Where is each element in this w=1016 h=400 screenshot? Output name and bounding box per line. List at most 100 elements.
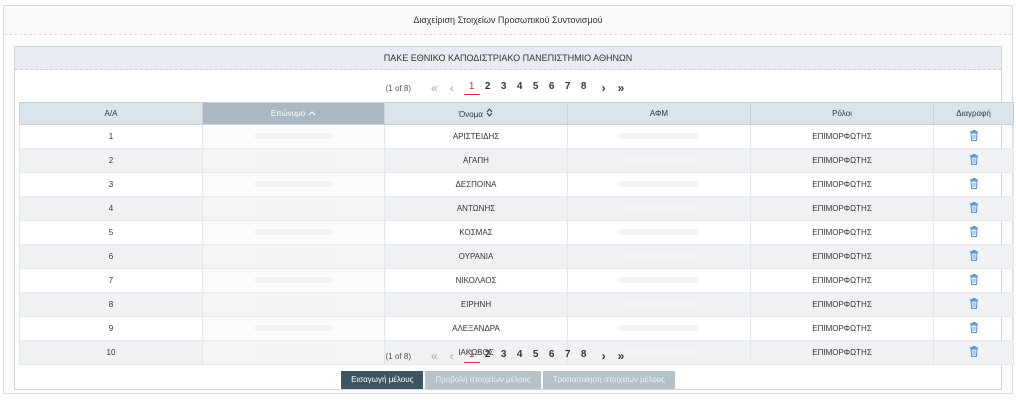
page-link-4[interactable]: 4 [512,349,528,363]
page-link-6[interactable]: 6 [544,349,560,363]
cell-aa: 4 [19,196,203,221]
page-link-2[interactable]: 2 [480,81,496,95]
organization-title: ΠΑΚΕ ΕΘΝΙΚΟ ΚΑΠΟΔΙΣΤΡΙΑΚΟ ΠΑΝΕΠΙΣΤΗΜΙΟ Α… [15,47,1001,70]
table-row[interactable]: 5 ΚΟΣΜΑΣ ΕΠΙΜΟΡΦΩΤΗΣ [19,220,1014,245]
pager-bottom: (1 of 8) « ‹ 12345678 › » [15,343,1001,369]
page-link-1[interactable]: 1 [463,81,480,95]
add-member-button[interactable]: Εισαγωγή μέλους [341,371,424,389]
cell-surname [202,316,385,341]
page-link-5[interactable]: 5 [528,81,544,95]
page-link-6[interactable]: 6 [544,81,560,95]
table-row[interactable]: 3 ΔΕΣΠΟΙΝΑ ΕΠΙΜΟΡΦΩΤΗΣ [19,172,1014,197]
cell-afm [567,172,751,197]
cell-surname [202,220,385,245]
cell-aa: 2 [19,148,203,173]
trash-icon[interactable] [969,298,979,311]
members-table: Α/Α Επώνυμο Όνομα ΑΦΜ Ρόλοι Διαγραφή 1 Α… [19,102,1014,365]
next-page-button[interactable]: › [602,81,606,95]
cell-delete [933,196,1014,221]
trash-icon[interactable] [969,178,979,191]
cell-name: ΝΙΚΟΛΑΟΣ [384,268,568,293]
page-link-2[interactable]: 2 [480,349,496,363]
last-page-button[interactable]: » [618,349,625,363]
trash-icon[interactable] [969,250,979,263]
page-link-3[interactable]: 3 [496,349,512,363]
table-row[interactable]: 9 ΑΛΕΞΑΝΔΡΑ ΕΠΙΜΟΡΦΩΤΗΣ [19,316,1014,341]
redacted-value [253,205,334,211]
table-body: 1 ΑΡΙΣΤΕΙΔΗΣ ΕΠΙΜΟΡΦΩΤΗΣ 2 ΑΓΑΠΗ ΕΠΙΜΟΡΦΩΤΗΣ 3… [19,124,1014,365]
cell-role: ΕΠΙΜΟΡΦΩΤΗΣ [750,196,934,221]
page-link-1[interactable]: 1 [463,349,480,363]
view-member-button[interactable]: Προβολή στοιχείων μέλους [425,371,541,389]
table-row[interactable]: 4 ΑΝΤΩΝΗΣ ΕΠΙΜΟΡΦΩΤΗΣ [19,196,1014,221]
cell-afm [567,196,751,221]
prev-page-button[interactable]: ‹ [450,349,454,363]
page-link-3[interactable]: 3 [496,81,512,95]
page-link-5[interactable]: 5 [528,349,544,363]
cell-delete [933,220,1014,245]
table-header-row: Α/Α Επώνυμο Όνομα ΑΦΜ Ρόλοι Διαγραφή [19,102,1014,125]
page-link-7[interactable]: 7 [560,349,576,363]
trash-icon[interactable] [969,130,979,143]
trash-icon[interactable] [969,322,979,335]
cell-name: ΑΓΑΠΗ [384,148,568,173]
last-page-button[interactable]: » [618,81,625,95]
edit-member-button[interactable]: Τροποποίηση στοιχείων μέλους [542,371,675,389]
column-header-aa[interactable]: Α/Α [19,102,203,125]
column-header-name[interactable]: Όνομα [384,102,568,125]
cell-name: ΑΝΤΩΝΗΣ [384,196,568,221]
cell-aa: 1 [19,124,203,149]
cell-role: ΕΠΙΜΟΡΦΩΤΗΣ [750,124,934,149]
table-row[interactable]: 2 ΑΓΑΠΗ ΕΠΙΜΟΡΦΩΤΗΣ [19,148,1014,173]
redacted-value [253,325,334,331]
table-row[interactable]: 1 ΑΡΙΣΤΕΙΔΗΣ ΕΠΙΜΟΡΦΩΤΗΣ [19,124,1014,149]
cell-delete [933,268,1014,293]
trash-icon[interactable] [969,202,979,215]
redacted-value [619,133,699,139]
cell-afm [567,124,751,149]
next-page-button[interactable]: › [602,349,606,363]
page-link-8[interactable]: 8 [576,349,592,363]
column-header-surname[interactable]: Επώνυμο [202,102,385,125]
sort-icon [486,108,493,119]
cell-role: ΕΠΙΜΟΡΦΩΤΗΣ [750,316,934,341]
cell-name: ΑΛΕΞΑΝΔΡΑ [384,316,568,341]
cell-delete [933,292,1014,317]
cell-afm [567,316,751,341]
redacted-value [619,301,699,307]
column-header-afm[interactable]: ΑΦΜ [567,102,751,125]
cell-role: ΕΠΙΜΟΡΦΩΤΗΣ [750,268,934,293]
action-buttons: Εισαγωγή μέλους Προβολή στοιχείων μέλους… [15,371,1001,389]
cell-delete [933,316,1014,341]
redacted-value [619,181,699,187]
table-row[interactable]: 8 ΕΙΡΗΝΗ ΕΠΙΜΟΡΦΩΤΗΣ [19,292,1014,317]
trash-icon[interactable] [969,274,979,287]
column-header-roles[interactable]: Ρόλοι [750,102,934,125]
redacted-value [619,229,699,235]
cell-delete [933,244,1014,269]
cell-afm [567,244,751,269]
table-row[interactable]: 6 ΟΥΡΑΝΙΑ ΕΠΙΜΟΡΦΩΤΗΣ [19,244,1014,269]
page-links: 12345678 [463,81,592,95]
column-header-delete: Διαγραφή [933,102,1014,125]
first-page-button[interactable]: « [431,349,438,363]
column-header-name-label: Όνομα [459,110,483,119]
page-link-4[interactable]: 4 [512,81,528,95]
trash-icon[interactable] [969,226,979,239]
first-page-button[interactable]: « [431,81,438,95]
cell-afm [567,292,751,317]
cell-surname [202,292,385,317]
trash-icon[interactable] [969,154,979,167]
table-row[interactable]: 7 ΝΙΚΟΛΑΟΣ ΕΠΙΜΟΡΦΩΤΗΣ [19,268,1014,293]
organization-panel: ΠΑΚΕ ΕΘΝΙΚΟ ΚΑΠΟΔΙΣΤΡΙΑΚΟ ΠΑΝΕΠΙΣΤΗΜΙΟ Α… [14,46,1014,390]
redacted-value [619,253,699,259]
cell-surname [202,148,385,173]
redacted-value [253,229,334,235]
cell-surname [202,244,385,269]
cell-surname [202,124,385,149]
cell-aa: 8 [19,292,203,317]
prev-page-button[interactable]: ‹ [450,81,454,95]
page-link-8[interactable]: 8 [576,81,592,95]
cell-name: ΟΥΡΑΝΙΑ [384,244,568,269]
page-link-7[interactable]: 7 [560,81,576,95]
